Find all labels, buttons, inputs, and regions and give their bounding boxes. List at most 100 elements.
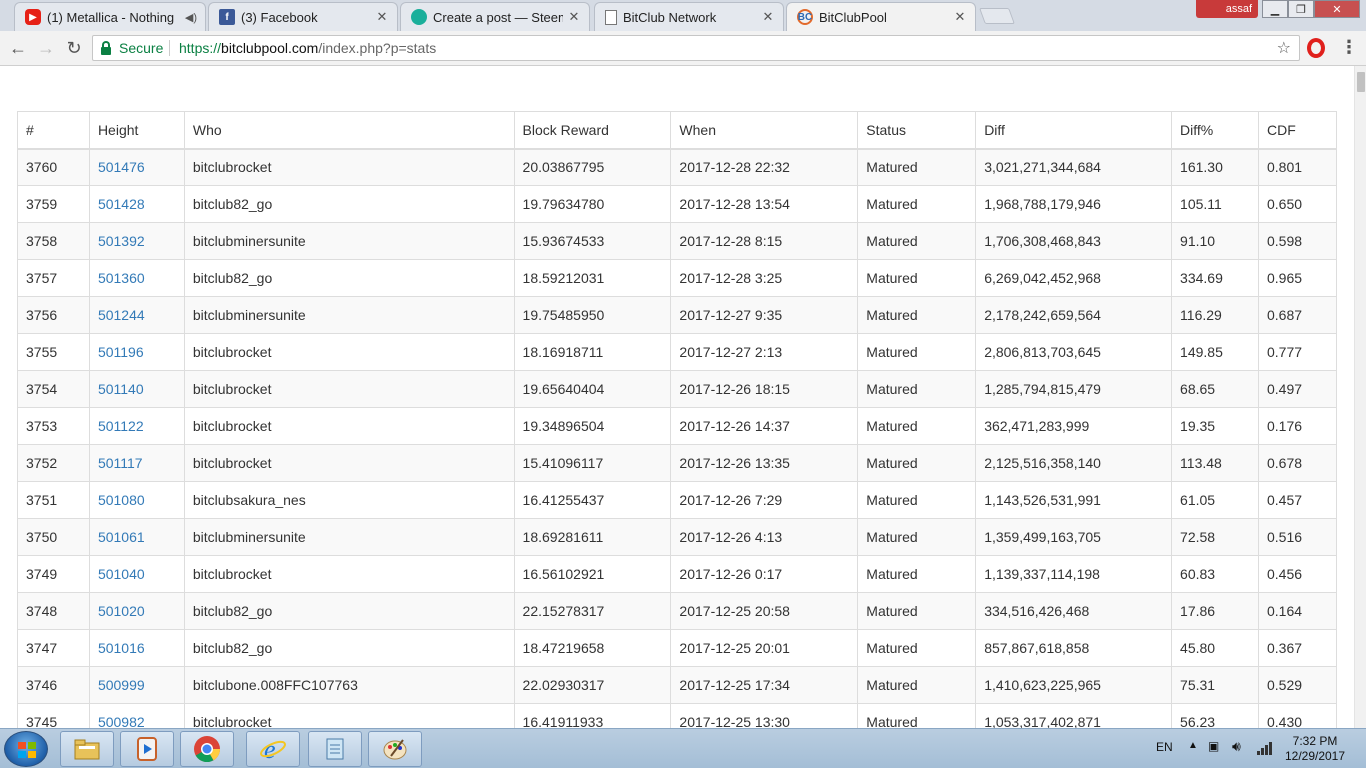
tab-title: (3) Facebook — [241, 9, 318, 25]
table-row: 3755 501196 bitclubrocket 18.16918711 2017-1… — [17, 333, 1338, 371]
table-cell: 0.430 — [1257, 703, 1338, 728]
table-cell: 2,125,516,358,140 — [975, 444, 1173, 482]
close-tab-icon[interactable]: ✕ — [761, 9, 775, 25]
block-height-link[interactable]: 500982 — [98, 714, 145, 728]
back-button[interactable]: ← — [6, 37, 30, 59]
show-hidden-icons[interactable]: ▲ — [1188, 740, 1198, 751]
close-tab-icon[interactable]: ✕ — [953, 9, 967, 25]
tab-title: BitClub Network — [623, 9, 717, 25]
table-cell: 334,516,426,468 — [975, 592, 1173, 630]
block-height-link[interactable]: 501122 — [98, 418, 144, 434]
tab-facebook[interactable]: f (3) Facebook ✕ — [208, 2, 398, 31]
block-height-link[interactable]: 501140 — [98, 381, 144, 397]
table-cell: bitclub82_go — [183, 185, 515, 223]
table-cell: 6,269,042,452,968 — [975, 259, 1173, 297]
taskbar-notepad[interactable] — [308, 731, 362, 767]
table-cell: 18.69281611 — [513, 518, 672, 556]
minimize-button[interactable]: ▁ — [1262, 0, 1288, 18]
table-cell: bitclubone.008FFC107763 — [183, 666, 515, 704]
url-text[interactable]: https://bitclubpool.com/index.php?p=stat… — [179, 40, 436, 56]
table-cell: 149.85 — [1171, 333, 1259, 371]
table-cell: 0.678 — [1257, 444, 1338, 482]
table-cell: 19.35 — [1171, 407, 1259, 445]
table-cell: 501428 — [88, 185, 185, 223]
column-header: # — [17, 111, 90, 150]
block-height-link[interactable]: 501196 — [98, 344, 144, 360]
block-height-link[interactable]: 501392 — [98, 233, 145, 249]
tab-metallica[interactable]: ▶ (1) Metallica - Nothing ◀) — [14, 2, 206, 31]
taskbar-explorer[interactable] — [60, 731, 114, 767]
page-viewport: # Height Who Block Reward When Status Diff Diff… — [0, 66, 1366, 728]
table-cell: 3757 — [17, 259, 90, 297]
speaker-muted-icon[interactable]: ◀) — [185, 11, 197, 24]
block-height-link[interactable]: 501117 — [98, 455, 143, 471]
tab-steemit[interactable]: Create a post — Steemit ✕ — [400, 2, 590, 31]
table-cell: bitclubrocket — [183, 370, 515, 408]
table-cell: 113.48 — [1171, 444, 1259, 482]
table-cell: 161.30 — [1171, 148, 1259, 186]
block-height-link[interactable]: 501360 — [98, 270, 145, 286]
url-host: bitclubpool.com — [221, 40, 319, 56]
taskbar-media-player[interactable] — [120, 731, 174, 767]
block-height-link[interactable]: 501080 — [98, 492, 145, 508]
block-height-link[interactable]: 501476 — [98, 159, 145, 175]
table-cell: 15.41096117 — [513, 444, 672, 482]
block-height-link[interactable]: 501016 — [98, 640, 145, 656]
reload-button[interactable]: ↻ — [62, 37, 86, 59]
close-window-button[interactable]: ✕ — [1314, 0, 1360, 18]
system-clock[interactable]: 7:32 PM 12/29/2017 — [1280, 734, 1350, 764]
table-cell: 0.176 — [1257, 407, 1338, 445]
table-cell: 1,139,337,114,198 — [975, 555, 1173, 593]
tab-bitclub-network[interactable]: BitClub Network ✕ — [594, 2, 784, 31]
close-tab-icon[interactable]: ✕ — [375, 9, 389, 25]
chrome-menu-icon[interactable]: ⋮ — [1340, 36, 1358, 60]
forward-button[interactable]: → — [34, 37, 58, 59]
bookmark-star-icon[interactable]: ☆ — [1277, 38, 1291, 58]
tab-bitclubpool[interactable]: BC BitClubPool ✕ — [786, 2, 976, 31]
close-tab-icon[interactable]: ✕ — [567, 9, 581, 25]
table-cell: 3750 — [17, 518, 90, 556]
table-cell: 2017-12-25 20:01 — [670, 629, 859, 667]
table-cell: 2017-12-26 4:13 — [670, 518, 859, 556]
taskbar-chrome[interactable] — [180, 731, 234, 767]
table-cell: 3749 — [17, 555, 90, 593]
table-cell: bitclub82_go — [183, 629, 515, 667]
block-height-link[interactable]: 501061 — [98, 529, 145, 545]
table-cell: 2017-12-26 18:15 — [670, 370, 859, 408]
block-height-link[interactable]: 500999 — [98, 677, 145, 693]
maximize-button[interactable]: ❐ — [1288, 0, 1314, 18]
table-cell: bitclubsakura_nes — [183, 481, 515, 519]
taskbar-paint[interactable] — [368, 731, 422, 767]
address-bar[interactable]: Secure https://bitclubpool.com/index.php… — [92, 35, 1300, 61]
table-cell: 2017-12-26 13:35 — [670, 444, 859, 482]
start-button[interactable] — [4, 731, 48, 767]
block-height-link[interactable]: 501020 — [98, 603, 145, 619]
table-row: 3754 501140 bitclubrocket 19.65640404 2017-1… — [17, 370, 1338, 408]
table-cell: 501016 — [88, 629, 185, 667]
table-cell: 19.65640404 — [513, 370, 672, 408]
block-height-link[interactable]: 501040 — [98, 566, 145, 582]
clock-time: 7:32 PM — [1292, 734, 1338, 748]
network-signal-icon[interactable] — [1256, 741, 1274, 755]
block-height-link[interactable]: 501428 — [98, 196, 145, 212]
table-row: 3753 501122 bitclubrocket 19.34896504 2017-1… — [17, 407, 1338, 445]
scrollbar-thumb[interactable] — [1357, 72, 1365, 92]
block-height-link[interactable]: 501244 — [98, 307, 145, 323]
action-center-icon[interactable]: ▣ — [1208, 739, 1219, 753]
volume-icon[interactable]: 🔊︎ — [1232, 738, 1241, 755]
language-indicator[interactable]: EN — [1156, 740, 1173, 754]
table-cell: Matured — [857, 629, 977, 667]
table-cell: 18.59212031 — [513, 259, 672, 297]
new-tab-button[interactable] — [979, 8, 1015, 24]
vertical-scrollbar[interactable] — [1354, 66, 1366, 728]
table-cell: 2017-12-26 14:37 — [670, 407, 859, 445]
taskbar-internet-explorer[interactable]: e — [246, 731, 300, 767]
table-cell: 0.516 — [1257, 518, 1338, 556]
table-cell: Matured — [857, 185, 977, 223]
table-cell: Matured — [857, 518, 977, 556]
opera-extension-icon[interactable] — [1307, 38, 1325, 58]
url-path: /index.php?p=stats — [318, 40, 437, 56]
table-row: 3758 501392 bitclubminersunite 15.93674533 2… — [17, 222, 1338, 260]
profile-button[interactable]: assaf — [1196, 0, 1258, 18]
table-cell: 0.598 — [1257, 222, 1338, 260]
